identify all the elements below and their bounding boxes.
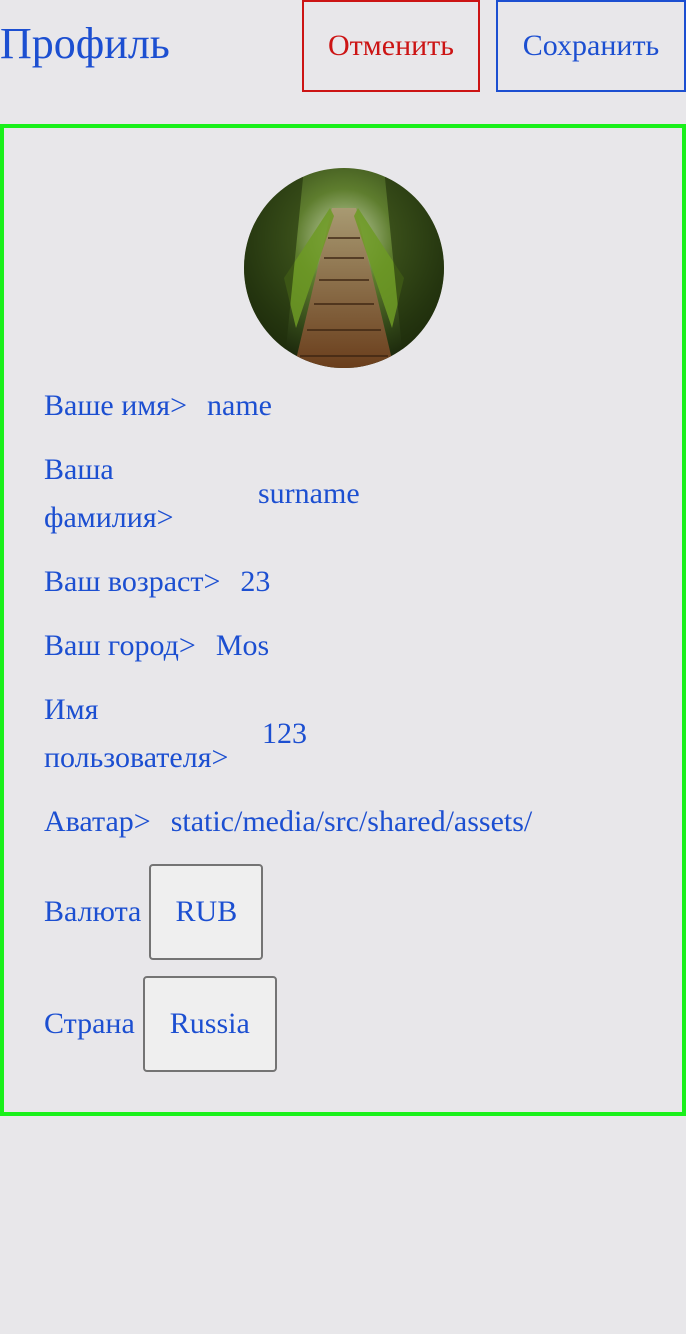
page-header: Профиль Отменить Сохранить (0, 0, 686, 92)
city-field: Ваш город> Mos (44, 622, 269, 670)
age-field: Ваш возраст> 23 (44, 558, 270, 606)
currency-select[interactable]: RUB (149, 864, 264, 960)
country-select[interactable]: Russia (142, 976, 277, 1072)
name-label: Ваше имя> (44, 389, 187, 422)
surname-label: Ваша фамилия> (44, 453, 174, 534)
age-value[interactable]: 23 (240, 558, 270, 606)
username-value[interactable]: 123 (262, 710, 307, 758)
username-label: Имя пользователя> (44, 693, 229, 774)
save-button[interactable]: Сохранить (496, 0, 686, 92)
city-label: Ваш город> (44, 629, 196, 662)
surname-value[interactable]: surname (258, 470, 360, 518)
profile-card: Ваше имя> name Ваша фамилия> surname Ваш… (0, 124, 686, 1116)
page-title: Профиль (0, 19, 170, 68)
username-field: Имя пользователя> 123 (44, 686, 307, 782)
avatar-field: Аватар> static/media/src/shared/assets/ (44, 798, 532, 846)
country-label: Страна (44, 1007, 135, 1040)
city-value[interactable]: Mos (216, 622, 269, 670)
avatar (244, 168, 444, 368)
name-value[interactable]: name (207, 382, 272, 430)
age-label: Ваш возраст> (44, 565, 221, 598)
surname-field: Ваша фамилия> surname (44, 446, 360, 542)
currency-field: Валюта RUB (44, 864, 264, 960)
country-field: Страна Russia (44, 976, 277, 1072)
currency-label: Валюта (44, 895, 142, 928)
cancel-button[interactable]: Отменить (302, 0, 480, 92)
avatar-label: Аватар> (44, 805, 151, 838)
avatar-image (244, 168, 444, 368)
name-field: Ваше имя> name (44, 382, 272, 430)
avatar-value[interactable]: static/media/src/shared/assets/ (171, 798, 533, 846)
